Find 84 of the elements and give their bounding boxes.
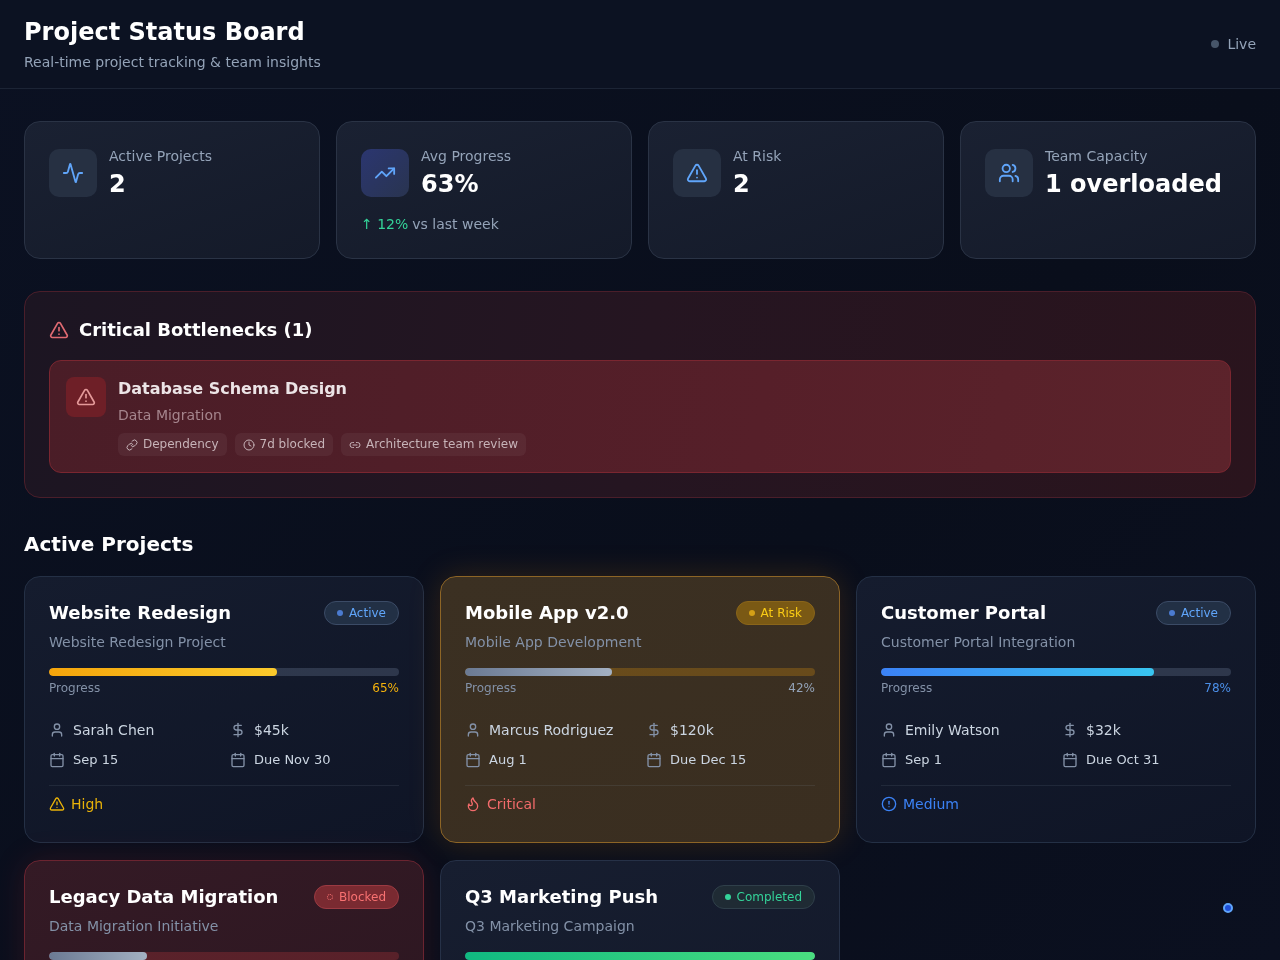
project-description: Customer Portal Integration (881, 633, 1077, 652)
trend-note: vs last week (412, 215, 499, 234)
progress-percent: 65% (372, 680, 399, 696)
stat-value: 2 (109, 169, 127, 200)
status-label: At Risk (760, 605, 802, 621)
start-date: Sep 15 (73, 751, 119, 769)
status-label: Completed (736, 889, 802, 905)
calendar-icon (49, 752, 65, 768)
progress-percent: 42% (788, 680, 815, 696)
status-label: Active (348, 605, 386, 621)
status-dot-icon (724, 894, 731, 900)
status-dot-icon (1168, 610, 1175, 616)
project-description: Data Migration Initiative (49, 917, 220, 936)
user-icon (49, 722, 65, 738)
calendar-icon (465, 752, 481, 768)
calendar-icon (1062, 752, 1078, 768)
owner-name: Marcus Rodriguez (489, 721, 614, 740)
status-label: Blocked (338, 889, 386, 905)
due-date: Due Dec 15 (670, 751, 747, 769)
stat-value: 1 overloaded (1045, 169, 1222, 200)
status-label: Active (1180, 605, 1218, 621)
progress-label: Progress (881, 680, 933, 696)
dollar-icon (230, 722, 246, 738)
activity-icon (49, 149, 97, 197)
page-subtitle: Real-time project tracking & team insights (24, 53, 321, 72)
bottleneck-title: Database Schema Design (118, 378, 348, 400)
priority-label: Critical (487, 795, 536, 814)
project-name: Legacy Data Migration (49, 885, 279, 909)
dollar-icon (1062, 722, 1078, 738)
project-description: Mobile App Development (465, 633, 643, 652)
stat-label: Avg Progress (421, 147, 512, 166)
stat-value: 63% (421, 169, 480, 200)
warning-icon (49, 796, 65, 812)
indicator-dot-icon (1223, 903, 1233, 913)
section-title: Critical Bottlenecks (1) (79, 318, 313, 342)
owner-name: Sarah Chen (73, 721, 155, 740)
warning-icon (66, 377, 106, 417)
calendar-icon (881, 752, 897, 768)
page-title: Project Status Board (24, 17, 306, 48)
budget-value: $45k (254, 721, 289, 740)
link-icon (126, 438, 138, 451)
project-name: Website Redesign (49, 601, 231, 625)
project-name: Q3 Marketing Push (465, 885, 658, 909)
progress-percent: 78% (1204, 680, 1231, 696)
project-name: Customer Portal (881, 601, 1047, 625)
stat-label: Active Projects (109, 147, 212, 166)
trending-up-icon (361, 149, 409, 197)
budget-value: $120k (670, 721, 714, 740)
due-date: Due Nov 30 (254, 751, 331, 769)
budget-value: $32k (1086, 721, 1121, 740)
tag-label: Architecture team review (366, 437, 518, 452)
stat-label: At Risk (733, 147, 782, 166)
project-name: Mobile App v2.0 (465, 601, 629, 625)
progress-label: Progress (465, 680, 517, 696)
progress-label: Progress (49, 680, 101, 696)
tag-label: 7d blocked (259, 437, 326, 452)
user-icon (881, 722, 897, 738)
status-dot-icon (336, 610, 343, 616)
project-description: Website Redesign Project (49, 633, 227, 652)
live-label: Live (1227, 36, 1256, 52)
priority-label: Medium (903, 795, 959, 814)
warning-icon (673, 149, 721, 197)
bottleneck-project: Data Migration (118, 406, 223, 425)
dollar-icon (646, 722, 662, 738)
project-description: Q3 Marketing Campaign (465, 917, 636, 936)
start-date: Aug 1 (489, 751, 527, 769)
calendar-icon (646, 752, 662, 768)
tag-label: Dependency (143, 437, 219, 452)
section-title: Active Projects (24, 531, 195, 558)
priority-label: High (71, 795, 104, 814)
owner-name: Emily Watson (905, 721, 1000, 740)
alert-circle-icon (881, 796, 897, 812)
flame-icon (465, 796, 481, 812)
stat-value: 2 (733, 169, 751, 200)
users-icon (985, 149, 1033, 197)
warning-icon (49, 320, 69, 340)
due-date: Due Oct 31 (1086, 751, 1160, 769)
calendar-icon (230, 752, 246, 768)
user-icon (465, 722, 481, 738)
trend-change: ↑ 12% (361, 215, 409, 234)
status-dot-icon (748, 610, 755, 616)
clock-icon (242, 438, 255, 451)
start-date: Sep 1 (905, 751, 942, 769)
stat-label: Team Capacity (1045, 147, 1149, 166)
